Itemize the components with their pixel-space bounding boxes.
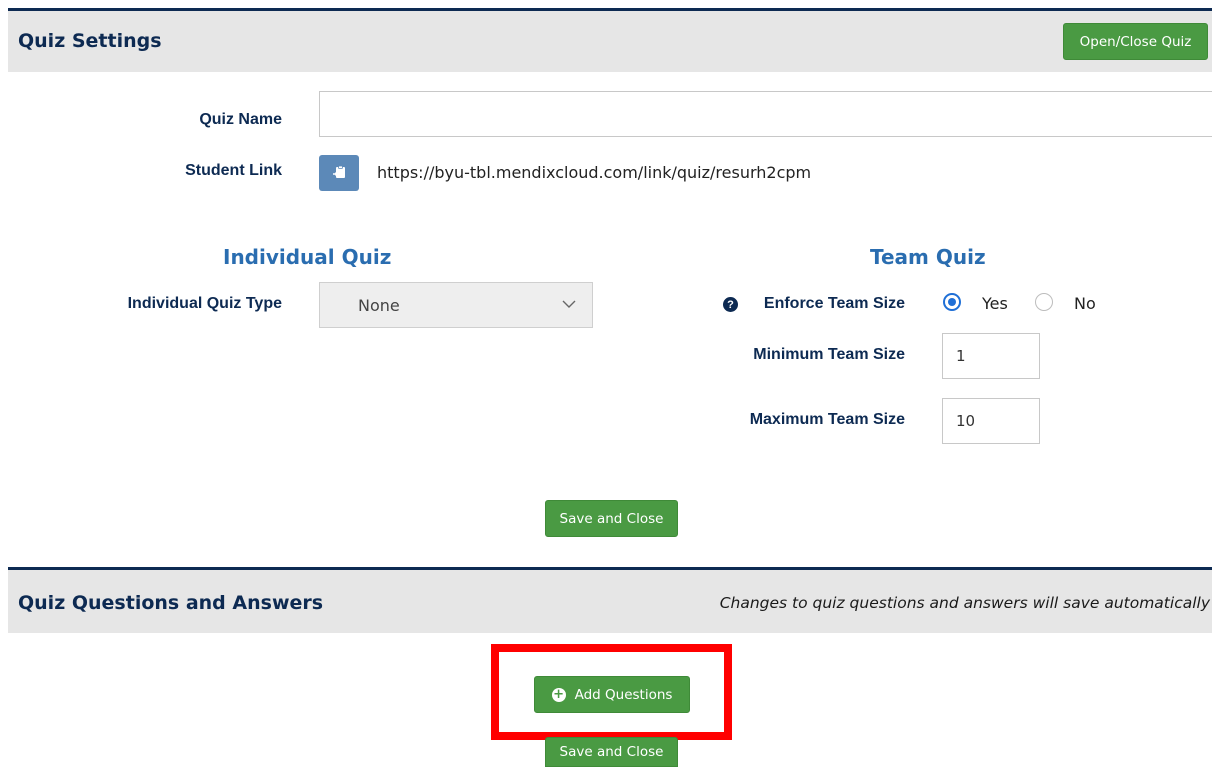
individual-quiz-heading: Individual Quiz — [223, 245, 392, 269]
quiz-settings-header: Quiz Settings Open/Close Quiz — [8, 8, 1212, 72]
add-questions-button[interactable]: + Add Questions — [534, 676, 690, 713]
enforce-yes-label[interactable]: Yes — [982, 294, 1008, 313]
save-and-close-button[interactable]: Save and Close — [545, 500, 678, 537]
plus-circle-icon: + — [551, 686, 566, 702]
quiz-questions-title: Quiz Questions and Answers — [18, 592, 324, 614]
student-link-label: Student Link — [185, 162, 282, 179]
minimum-team-size-input[interactable]: 1 — [942, 333, 1040, 379]
team-quiz-heading: Team Quiz — [870, 245, 986, 269]
quiz-settings-title: Quiz Settings — [18, 30, 162, 52]
maximum-team-size-label: Maximum Team Size — [749, 411, 905, 428]
quiz-type-value: None — [358, 296, 400, 315]
enforce-team-size-label: Enforce Team Size — [763, 295, 905, 312]
individual-quiz-type-label: Individual Quiz Type — [127, 295, 282, 312]
autosave-note: Changes to quiz questions and answers wi… — [719, 594, 1210, 612]
clipboard-icon — [333, 165, 345, 178]
help-icon[interactable]: ? — [723, 297, 738, 312]
individual-quiz-type-select[interactable]: None — [319, 282, 593, 328]
add-questions-label: Add Questions — [574, 686, 673, 703]
enforce-yes-radio[interactable] — [943, 293, 961, 311]
open-close-quiz-button[interactable]: Open/Close Quiz — [1063, 23, 1208, 60]
quiz-name-label: Quiz Name — [199, 111, 282, 128]
quiz-name-input[interactable] — [319, 91, 1212, 137]
minimum-team-size-label: Minimum Team Size — [753, 346, 905, 363]
enforce-no-radio[interactable] — [1035, 293, 1053, 311]
copy-link-button[interactable] — [319, 155, 359, 191]
quiz-questions-header: Quiz Questions and Answers Changes to qu… — [8, 567, 1212, 633]
enforce-no-label[interactable]: No — [1074, 294, 1096, 313]
student-link-url[interactable]: https://byu-tbl.mendixcloud.com/link/qui… — [377, 163, 811, 182]
maximum-team-size-input[interactable]: 10 — [942, 398, 1040, 444]
chevron-down-icon — [562, 300, 576, 308]
